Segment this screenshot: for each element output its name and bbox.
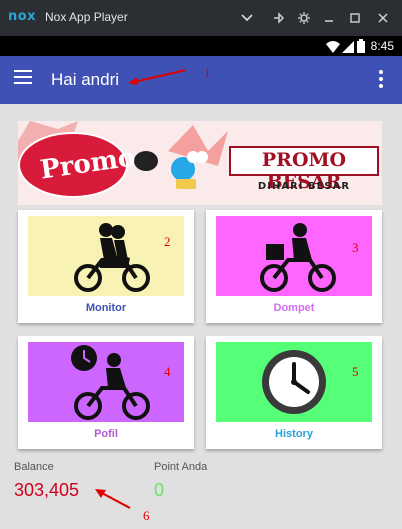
balance-value: 303,405	[14, 480, 80, 500]
pin-icon[interactable]	[268, 7, 290, 29]
fast-delivery-icon	[71, 345, 150, 420]
monitor-label: Monitor	[85, 302, 127, 314]
annotation-arrow-1	[128, 69, 187, 85]
monitor-image	[28, 216, 184, 296]
chevron-down-icon[interactable]	[236, 7, 258, 29]
close-icon[interactable]	[372, 7, 394, 29]
clock-icon	[262, 350, 326, 414]
history-image	[216, 342, 372, 422]
maximize-icon[interactable]	[344, 7, 366, 29]
annotation-1: 1	[204, 65, 211, 80]
annotation-3: 3	[352, 240, 359, 255]
balance-label: Balance	[14, 461, 54, 473]
pofil-card[interactable]: 4 Pofil	[18, 336, 194, 449]
pofil-image	[28, 342, 184, 422]
status-time: 8:45	[370, 39, 394, 53]
promo-banner[interactable]: Promo PROMO BESAR DIHARI BESAR	[18, 121, 382, 205]
minimize-icon[interactable]	[318, 7, 340, 29]
point-label: Point Anda	[154, 461, 208, 473]
hamburger-menu-icon[interactable]	[14, 70, 32, 84]
app-title: Hai andri	[51, 70, 120, 89]
history-card[interactable]: 5 History	[206, 336, 382, 449]
annotation-6: 6	[143, 508, 150, 523]
monitor-card[interactable]: 2 Monitor	[18, 210, 194, 323]
annotation-arrow-6	[95, 489, 131, 509]
history-label: History	[275, 428, 313, 440]
window-title: Nox App Player	[45, 10, 128, 24]
gear-icon[interactable]	[293, 7, 315, 29]
motorbike-riders-icon	[74, 223, 150, 292]
dompet-image	[216, 216, 372, 296]
point-value: 0	[154, 480, 165, 500]
annotation-4: 4	[164, 364, 171, 379]
pofil-label: Pofil	[94, 428, 118, 440]
annotation-5: 5	[352, 364, 359, 379]
nox-logo: nox	[8, 9, 37, 24]
dompet-card[interactable]: 3 Dompet	[206, 210, 382, 323]
promo-subline: DIHARI BESAR	[257, 181, 351, 192]
delivery-rider-icon	[260, 223, 336, 292]
annotation-2: 2	[164, 234, 171, 249]
dompet-label: Dompet	[273, 302, 315, 314]
overflow-menu-icon[interactable]	[378, 70, 384, 88]
